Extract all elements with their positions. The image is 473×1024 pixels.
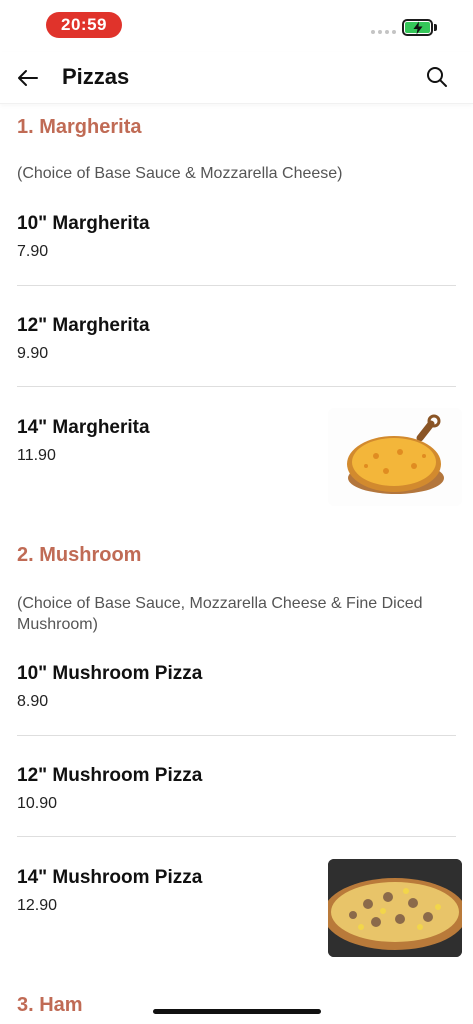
app-header: Pizzas (0, 52, 473, 104)
item-name: 10" Mushroom Pizza (17, 663, 203, 684)
home-indicator[interactable] (153, 1009, 321, 1014)
item-price: 9.90 (17, 345, 49, 362)
item-price: 8.90 (17, 693, 49, 710)
divider (17, 836, 456, 837)
section-title-ham: 3. Ham (17, 994, 83, 1016)
section-title-margherita: 1. Margherita (17, 116, 142, 138)
status-time: 20:59 (46, 12, 122, 38)
margherita-pizza-image[interactable] (328, 408, 462, 506)
menu-item[interactable]: 12" Mushroom Pizza 10.90 (17, 765, 456, 813)
signal-icon (371, 30, 396, 34)
divider (17, 386, 456, 387)
section-description-margherita: (Choice of Base Sauce & Mozzarella Chees… (17, 165, 343, 182)
page-title: Pizzas (62, 64, 130, 89)
search-icon (427, 67, 447, 87)
section-title-mushroom: 2. Mushroom (17, 544, 142, 566)
divider (17, 735, 456, 736)
menu-item[interactable]: 10" Mushroom Pizza 8.90 (17, 663, 456, 711)
divider (17, 285, 456, 286)
item-name: 10" Margherita (17, 213, 150, 234)
search-button[interactable] (424, 64, 450, 90)
item-name: 12" Mushroom Pizza (17, 765, 203, 786)
item-name: 12" Margherita (17, 315, 150, 336)
status-bar: 20:59 (0, 0, 473, 50)
back-button[interactable] (14, 64, 42, 92)
menu-item[interactable]: 12" Margherita 9.90 (17, 315, 456, 363)
mushroom-pizza-image[interactable] (328, 859, 462, 957)
menu-item[interactable]: 10" Margherita 7.90 (17, 213, 456, 261)
item-price: 7.90 (17, 243, 49, 260)
arrow-left-icon (18, 70, 38, 86)
battery-cap (434, 24, 437, 31)
item-price: 10.90 (17, 795, 58, 812)
section-description-mushroom: (Choice of Base Sauce, Mozzarella Cheese… (17, 595, 423, 633)
battery-icon (402, 19, 433, 36)
